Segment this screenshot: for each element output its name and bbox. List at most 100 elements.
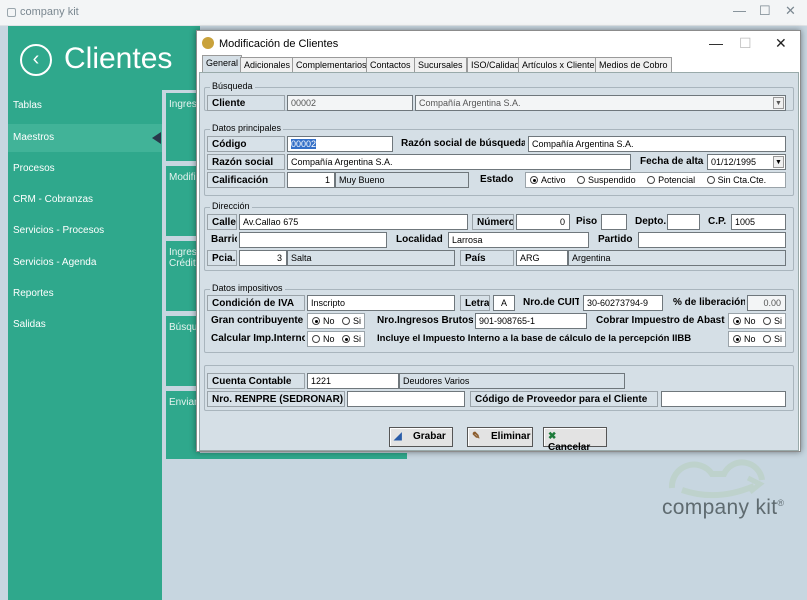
letra-input[interactable]: A bbox=[493, 295, 515, 311]
pais-code-input[interactable]: ARG bbox=[516, 250, 568, 266]
tile-enviar[interactable]: Enviar bbox=[166, 391, 200, 459]
chevron-down-icon[interactable]: ▼ bbox=[773, 97, 784, 109]
abasto-si-radio[interactable]: Si bbox=[763, 316, 782, 326]
grabar-label: Grabar bbox=[413, 431, 446, 442]
impint-no-label: No bbox=[323, 334, 335, 344]
cuenta-contable-input[interactable]: 1221 bbox=[307, 373, 399, 389]
partido-input[interactable] bbox=[638, 232, 786, 248]
calificacion-desc: Muy Bueno bbox=[335, 172, 469, 188]
codigo-label: Código bbox=[207, 136, 285, 152]
incluye-no-radio[interactable]: No bbox=[733, 334, 756, 344]
cliente-code-field[interactable]: 00002 bbox=[287, 95, 413, 111]
tile-ingresar[interactable]: Ingres bbox=[166, 93, 200, 161]
incluye-impuesto-label: Incluye el Impuesto Interno a la base de… bbox=[377, 333, 692, 344]
sidebar-item-servicios-agenda[interactable]: Servicios - Agenda bbox=[8, 249, 162, 277]
calle-input[interactable]: Av.Callao 675 bbox=[239, 214, 468, 230]
dialog-minimize-button[interactable]: — bbox=[709, 35, 723, 51]
impint-no-radio[interactable]: No bbox=[312, 334, 335, 344]
sidebar-item-tablas[interactable]: Tablas bbox=[8, 92, 162, 120]
razon-busqueda-input[interactable]: Compañía Argentina S.A. bbox=[528, 136, 786, 152]
sidebar-item-servicios-procesos[interactable]: Servicios - Procesos bbox=[8, 217, 162, 245]
imp-internos-radio-group: No Si bbox=[307, 331, 365, 347]
proveedor-input[interactable] bbox=[661, 391, 786, 407]
tab-adicionales[interactable]: Adicionales bbox=[240, 57, 295, 72]
pais-name: Argentina bbox=[568, 250, 786, 266]
calificacion-num-input[interactable]: 1 bbox=[287, 172, 335, 188]
dialog-close-button[interactable]: ✕ bbox=[775, 35, 787, 52]
liberacion-label: % de liberación bbox=[673, 297, 745, 308]
localidad-input[interactable]: Larrosa bbox=[448, 232, 589, 248]
calificacion-label: Calificación bbox=[207, 172, 285, 188]
sidebar-item-crm[interactable]: CRM - Cobranzas bbox=[8, 186, 162, 214]
liberacion-input[interactable]: 0.00 bbox=[747, 295, 786, 311]
numero-input[interactable]: 0 bbox=[516, 214, 570, 230]
cp-input[interactable]: 1005 bbox=[731, 214, 786, 230]
logo-text: company kit bbox=[662, 496, 778, 519]
razon-busqueda-label: Razón social de búsqueda bbox=[401, 138, 525, 149]
company-kit-logo-text: company kit® bbox=[662, 496, 784, 520]
group-busqueda-label: Búsqueda bbox=[210, 81, 255, 91]
impint-si-radio[interactable]: Si bbox=[342, 334, 361, 344]
sidebar-item-salidas[interactable]: Salidas bbox=[8, 311, 162, 339]
gran-no-radio[interactable]: No bbox=[312, 316, 335, 326]
modificacion-clientes-dialog: Modificación de Clientes — ☐ ✕ General A… bbox=[196, 30, 801, 453]
ingresos-brutos-input[interactable]: 901-908765-1 bbox=[475, 313, 587, 329]
cliente-search-select[interactable]: Compañía Argentina S.A. ▼ bbox=[415, 95, 786, 111]
estado-sin-cta-label: Sin Cta.Cte. bbox=[717, 175, 767, 185]
ingresos-brutos-label: Nro.Ingresos Brutos bbox=[377, 315, 473, 326]
barrio-input[interactable] bbox=[239, 232, 387, 248]
tab-contactos[interactable]: Contactos bbox=[366, 57, 415, 72]
piso-input[interactable] bbox=[601, 214, 627, 230]
estado-activo-radio[interactable]: Activo bbox=[530, 175, 566, 185]
calle-label: Calle bbox=[207, 214, 237, 230]
cancelar-button[interactable]: ✖Cancelar bbox=[543, 427, 607, 453]
sidebar-item-reportes[interactable]: Reportes bbox=[8, 280, 162, 308]
imp-internos-label: Calcular Imp.Internos bbox=[211, 333, 305, 344]
close-button[interactable]: ✕ bbox=[785, 3, 796, 19]
fecha-alta-input[interactable]: 01/12/1995 ▼ bbox=[707, 154, 786, 170]
pcia-num-input[interactable]: 3 bbox=[239, 250, 287, 266]
tab-complementarios[interactable]: Complementarios bbox=[292, 57, 371, 72]
minimize-button[interactable]: — bbox=[733, 3, 746, 18]
cuit-input[interactable]: 30-60273794-9 bbox=[583, 295, 663, 311]
tab-sucursales[interactable]: Sucursales bbox=[414, 57, 467, 72]
eliminar-button[interactable]: ✎ Eliminar bbox=[467, 427, 533, 447]
dialog-maximize-button[interactable]: ☐ bbox=[739, 35, 752, 52]
razon-social-input[interactable]: Compañía Argentina S.A. bbox=[287, 154, 631, 170]
tab-iso-calidad[interactable]: ISO/Calidad bbox=[467, 57, 524, 72]
sidebar-item-procesos[interactable]: Procesos bbox=[8, 155, 162, 183]
grabar-button[interactable]: ◢ Grabar bbox=[389, 427, 453, 447]
incluye-si-label: Si bbox=[774, 334, 783, 344]
selected-indicator-icon bbox=[152, 132, 161, 144]
cancel-icon: ✖ bbox=[548, 431, 557, 442]
abasto-no-label: No bbox=[744, 316, 756, 326]
app-titlebar: company kit — ☐ ✕ bbox=[0, 0, 807, 26]
cp-label: C.P. bbox=[708, 216, 727, 227]
maximize-button[interactable]: ☐ bbox=[759, 3, 771, 19]
tile-modificar[interactable]: Modifi bbox=[166, 166, 200, 236]
chevron-down-icon[interactable]: ▼ bbox=[773, 156, 784, 168]
abasto-no-radio[interactable]: No bbox=[733, 316, 756, 326]
gran-contribuyente-radio-group: No Si bbox=[307, 313, 365, 329]
tile-ingresar-credito[interactable]: Ingres Crédit bbox=[166, 241, 200, 311]
app-icon bbox=[7, 8, 16, 17]
tab-articulos-cliente[interactable]: Artículos x Cliente bbox=[518, 57, 599, 72]
tab-general[interactable]: General bbox=[202, 55, 243, 72]
estado-sin-cta-radio[interactable]: Sin Cta.Cte. bbox=[706, 175, 767, 185]
gran-si-radio[interactable]: Si bbox=[342, 316, 361, 326]
condicion-iva-input[interactable]: Inscripto bbox=[307, 295, 455, 311]
incluye-si-radio[interactable]: Si bbox=[763, 334, 782, 344]
codigo-input[interactable]: 00002 bbox=[287, 136, 393, 152]
cancelar-label: Cancelar bbox=[548, 442, 591, 453]
sidebar-item-maestros[interactable]: Maestros bbox=[8, 124, 162, 152]
back-arrow-icon[interactable]: ‹ bbox=[20, 44, 52, 76]
tile-busqueda[interactable]: Búsqued bbox=[166, 316, 200, 386]
estado-potencial-radio[interactable]: Potencial bbox=[647, 175, 695, 185]
radio-icon bbox=[577, 176, 586, 184]
renpre-input[interactable] bbox=[347, 391, 465, 407]
depto-input[interactable] bbox=[667, 214, 700, 230]
cliente-label: Cliente bbox=[207, 95, 285, 111]
tab-medios-cobro[interactable]: Medios de Cobro bbox=[595, 57, 672, 72]
estado-suspendido-radio[interactable]: Suspendido bbox=[577, 175, 636, 185]
radio-checked-icon bbox=[342, 335, 351, 343]
